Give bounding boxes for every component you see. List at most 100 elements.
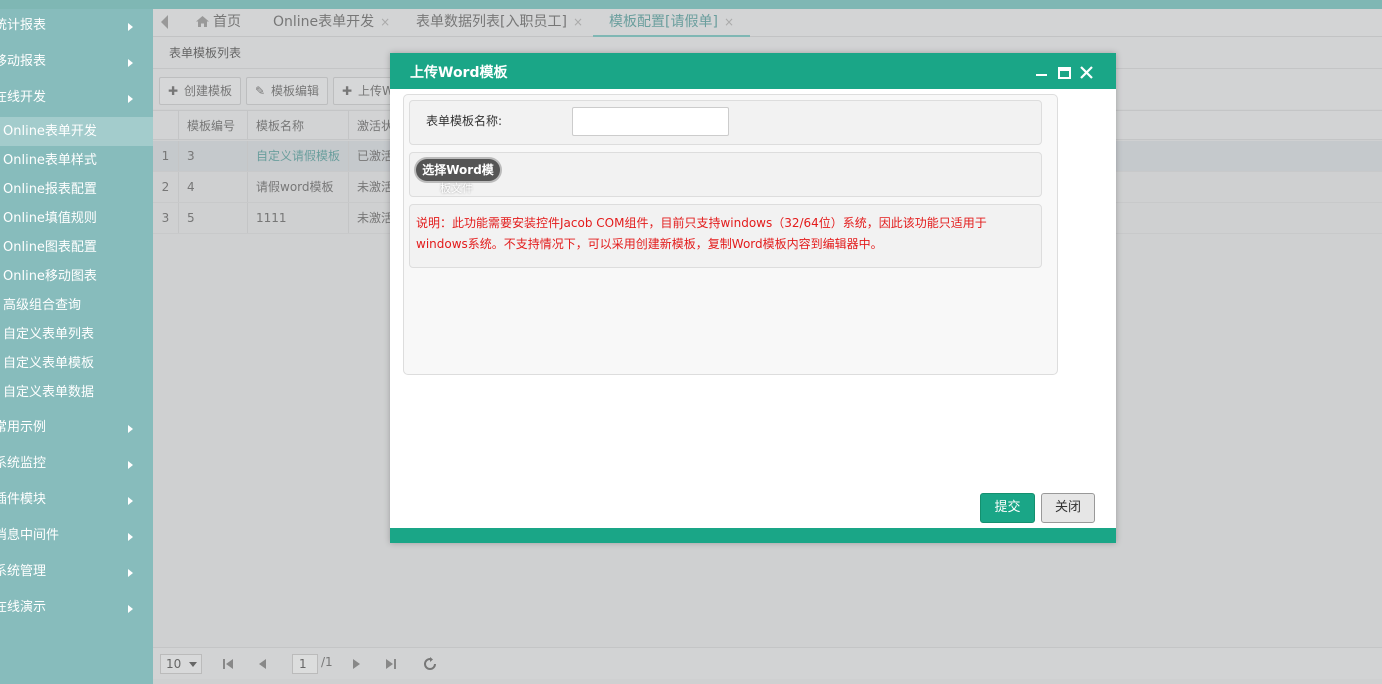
- sidebar-group-label: 消息中间件: [0, 528, 60, 543]
- chevron-right-icon: [128, 23, 133, 31]
- sidebar-item-advanced-query[interactable]: 高级组合查询: [0, 291, 153, 320]
- sidebar-item-online-mobile-chart[interactable]: Online移动图表: [0, 262, 153, 291]
- sidebar-group-monitor[interactable]: 系统监控: [0, 447, 153, 483]
- maximize-icon[interactable]: [1058, 67, 1071, 79]
- sidebar: 统计报表 移动报表 在线开发 Online表单开发 Online表单样式 Onl…: [0, 9, 153, 684]
- sidebar-item-custom-form-template[interactable]: 自定义表单模板: [0, 349, 153, 378]
- row-number: 1: [153, 141, 179, 171]
- page-number-input[interactable]: 1: [292, 654, 318, 674]
- template-name-row: 表单模板名称:: [409, 100, 1042, 145]
- template-id-cell: 5: [179, 203, 248, 233]
- chevron-right-icon: [128, 605, 133, 613]
- button-label: 创建模板: [184, 84, 233, 98]
- first-page-icon[interactable]: [221, 657, 235, 671]
- template-name-input[interactable]: [572, 107, 729, 136]
- sidebar-group-demo[interactable]: 在线演示: [0, 591, 153, 627]
- sidebar-item-online-fill-rules[interactable]: Online填值规则: [0, 204, 153, 233]
- dialog-form: 表单模板名称: 选择Word模 板文件 说明：此功能需要安装控件Jacob CO…: [403, 94, 1058, 375]
- close-button[interactable]: 关闭: [1041, 493, 1095, 523]
- sidebar-item-online-form-dev[interactable]: Online表单开发: [0, 117, 153, 146]
- minimize-icon[interactable]: [1036, 73, 1048, 77]
- button-label: 模板编辑: [271, 84, 320, 98]
- sidebar-group-plugins[interactable]: 插件模块: [0, 483, 153, 519]
- row-number: 3: [153, 203, 179, 233]
- note-row: 说明：此功能需要安装控件Jacob COM组件，目前只支持windows（32/…: [409, 204, 1042, 268]
- chevron-right-icon: [128, 59, 133, 67]
- tab-form-data-list[interactable]: 表单数据列表[入职员工] ×: [416, 9, 583, 37]
- top-strip: [0, 0, 1382, 9]
- tab-scroll-left-icon[interactable]: [161, 15, 168, 29]
- sidebar-group-label: 系统监控: [0, 456, 47, 471]
- sidebar-item-online-report-config[interactable]: Online报表配置: [0, 175, 153, 204]
- sidebar-item-online-form-style[interactable]: Online表单样式: [0, 146, 153, 175]
- sidebar-group-system[interactable]: 系统管理: [0, 555, 153, 591]
- prev-page-icon[interactable]: [255, 657, 269, 671]
- chevron-right-icon: [128, 497, 133, 505]
- tab-label: 表单数据列表[入职员工]: [416, 14, 567, 30]
- tab-label: 首页: [213, 14, 241, 30]
- next-page-icon[interactable]: [350, 657, 364, 671]
- page-size-value: 10: [166, 657, 182, 671]
- chevron-right-icon: [128, 569, 133, 577]
- sidebar-group-label: 在线开发: [0, 90, 47, 105]
- sidebar-item-online-chart-config[interactable]: Online图表配置: [0, 233, 153, 262]
- chevron-right-icon: [128, 95, 133, 103]
- dialog-header: 上传Word模板: [390, 53, 1116, 89]
- sidebar-group-examples[interactable]: 常用示例: [0, 411, 153, 447]
- chevron-right-icon: [128, 425, 133, 433]
- page-size-select[interactable]: 10: [160, 654, 202, 674]
- refresh-icon[interactable]: [423, 657, 437, 671]
- last-page-icon[interactable]: [384, 657, 398, 671]
- sidebar-group-label: 在线演示: [0, 600, 47, 615]
- sidebar-group-label: 移动报表: [0, 54, 47, 69]
- template-id-cell: 4: [179, 172, 248, 202]
- close-icon[interactable]: ×: [573, 15, 583, 29]
- create-template-button[interactable]: ✚ 创建模板: [159, 77, 242, 105]
- dialog-footer-bar: [390, 528, 1116, 543]
- home-icon: [196, 16, 209, 27]
- sidebar-group-mq[interactable]: 消息中间件: [0, 519, 153, 555]
- page-total: /1: [321, 655, 333, 669]
- sidebar-item-custom-form-list[interactable]: 自定义表单列表: [0, 320, 153, 349]
- plus-icon: ✚: [167, 84, 179, 98]
- choose-word-file-overflow-text: 板文件: [440, 182, 473, 195]
- row-number-header: [153, 111, 179, 139]
- edit-template-button[interactable]: ✎ 模板编辑: [246, 77, 329, 105]
- tab-bar: 首页 Online表单开发 × 表单数据列表[入职员工] × 模板配置[请假单] ×: [153, 9, 1382, 37]
- tab-label: Online表单开发: [273, 14, 375, 30]
- sidebar-group-label: 系统管理: [0, 564, 47, 579]
- plus-icon: ✚: [341, 84, 353, 98]
- pencil-icon: ✎: [254, 84, 266, 98]
- submit-button[interactable]: 提交: [980, 493, 1035, 523]
- sidebar-group-online-dev[interactable]: 在线开发: [0, 81, 153, 117]
- sidebar-group-label: 统计报表: [0, 18, 47, 33]
- chevron-right-icon: [128, 533, 133, 541]
- sidebar-item-custom-form-data[interactable]: 自定义表单数据: [0, 378, 153, 407]
- upload-row: 选择Word模 板文件: [409, 152, 1042, 197]
- close-icon[interactable]: ×: [724, 15, 734, 29]
- choose-word-file-button[interactable]: 选择Word模: [416, 159, 500, 181]
- template-name-link[interactable]: 自定义请假模板: [248, 141, 349, 171]
- upload-template-button[interactable]: ✚ 上传W: [333, 77, 395, 105]
- column-header[interactable]: 模板名称: [248, 111, 349, 139]
- tab-online-form-dev[interactable]: Online表单开发 ×: [273, 9, 390, 37]
- compatibility-note: 说明：此功能需要安装控件Jacob COM组件，目前只支持windows（32/…: [416, 216, 987, 251]
- pager: 10 1 /1: [153, 647, 1382, 679]
- sidebar-group-label: 常用示例: [0, 420, 47, 435]
- tab-template-config[interactable]: 模板配置[请假单] ×: [593, 9, 750, 37]
- chevron-down-icon: [189, 662, 197, 667]
- upload-word-template-dialog: 上传Word模板 表单模板名称: 选择Word模 板文件 说明：此功能需要安装控…: [390, 53, 1116, 543]
- button-label: 上传W: [358, 84, 394, 98]
- template-name-cell: 1111: [248, 203, 349, 233]
- sidebar-group-mobile-reports[interactable]: 移动报表: [0, 45, 153, 81]
- template-id-cell: 3: [179, 141, 248, 171]
- close-icon[interactable]: [1080, 66, 1093, 79]
- row-number: 2: [153, 172, 179, 202]
- template-name-label: 表单模板名称:: [426, 114, 503, 128]
- tab-label: 模板配置[请假单]: [609, 14, 718, 30]
- template-name-cell: 请假word模板: [248, 172, 349, 202]
- sidebar-group-stats[interactable]: 统计报表: [0, 9, 153, 45]
- column-header[interactable]: 模板编号: [179, 111, 248, 139]
- close-icon[interactable]: ×: [380, 15, 390, 29]
- tab-home[interactable]: 首页: [196, 9, 241, 37]
